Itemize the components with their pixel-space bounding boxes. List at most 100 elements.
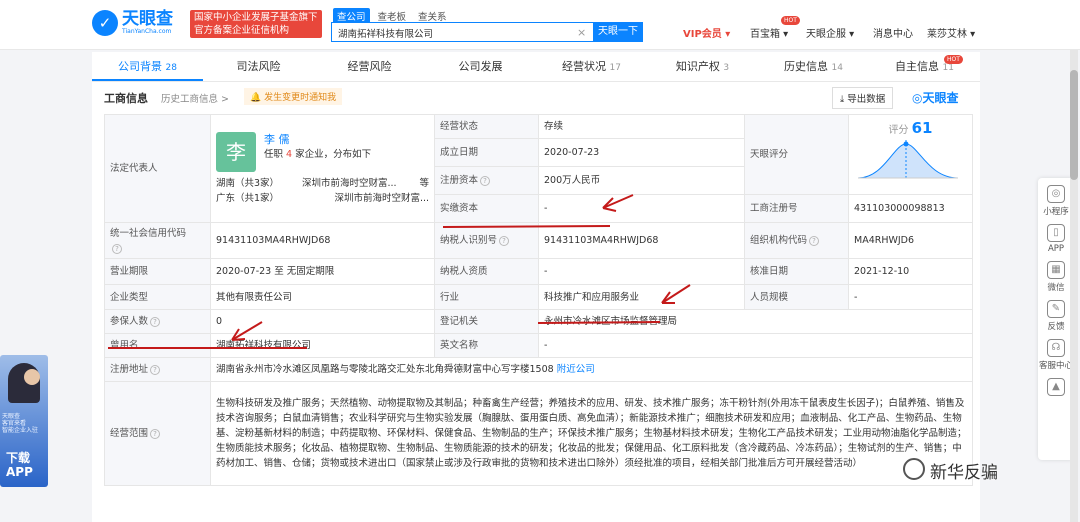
score-label: 天眼评分 [744, 114, 849, 195]
nav-messages[interactable]: 消息中心 [873, 25, 913, 40]
legal-dist-row-2: 广东（共1家） 深圳市前海时空财富... [216, 192, 429, 204]
taxpayer-qual-value: - [538, 258, 745, 285]
right-sidebar: ◎ 小程序 ▯ APP ▦ 微信 ✎ 反馈 ☊ 客服中心 ▲ [1038, 178, 1074, 460]
legal-rep-name[interactable]: 李 儒 [264, 132, 371, 147]
clear-icon[interactable]: × [577, 26, 586, 39]
taxpayer-id-value: 91431103MA4RHWJD68 [538, 222, 745, 259]
hot-badge-self-info: HOT [944, 55, 963, 64]
score-value: 61 [911, 118, 933, 137]
history-link[interactable]: 历史工商信息 > [161, 91, 229, 105]
nav-vip[interactable]: VIP会员 ▾ [683, 25, 730, 40]
score-distribution-chart [857, 139, 959, 178]
nearby-companies-link[interactable]: 附近公司 [557, 364, 595, 375]
hot-badge: HOT [781, 16, 800, 25]
former-name-label: 曾用名 [104, 333, 211, 358]
founded-label: 成立日期 [434, 138, 539, 167]
staff-label: 人员规模 [744, 284, 849, 310]
status-label: 经营状态 [434, 114, 539, 139]
staff-value: - [848, 284, 973, 310]
search-input[interactable]: 湖南拓祥科技有限公司 [331, 22, 596, 42]
org-code-value: MA4RHWJD6 [848, 222, 973, 259]
sidebar-wechat[interactable]: ▦ 微信 [1038, 261, 1074, 293]
legal-rep-cell: 李 李 儒 任职 4 家企业，分布如下 湖南（共3家） 深圳市前海时空财富... 等… [210, 114, 435, 223]
paid-capital-value: - [538, 194, 745, 223]
credit-code-label: 统一社会信用代码? [104, 222, 211, 259]
spokesperson-image [8, 363, 40, 403]
mini-program-icon: ◎ [1047, 185, 1065, 203]
industry-label: 行业 [434, 284, 539, 310]
authority-label: 登记机关 [434, 309, 539, 334]
insured-label: 参保人数? [104, 309, 211, 334]
approved-label: 核准日期 [744, 258, 849, 285]
download-app-banner[interactable]: 天眼查 客官来看 智能企业入驻 下载 APP [0, 355, 48, 487]
sidebar-customer-service[interactable]: ☊ 客服中心 [1038, 339, 1074, 371]
tab-operating-risk[interactable]: 经营风险 [314, 52, 425, 81]
section-title: 工商信息 [104, 92, 148, 105]
taxpayer-id-label: 纳税人识别号? [434, 222, 539, 259]
tab-self-info[interactable]: 自主信息 11 [869, 52, 980, 81]
feedback-icon: ✎ [1047, 300, 1065, 318]
score-cell[interactable]: 评分 61 [848, 114, 973, 195]
legal-rep-posts: 任职 4 家企业，分布如下 [264, 148, 372, 160]
tab-intellectual-property[interactable]: 知识产权 3 [647, 52, 758, 81]
address-value: 湖南省永州市冷水滩区凤凰路与零陵北路交汇处东北角舜德财富中心写字楼1508 附近… [210, 357, 973, 382]
slogan-banner: 国家中小企业发展子基金旗下 官方备案企业征信机构 [190, 10, 322, 38]
nav-baobao[interactable]: 百宝箱 ▾ [750, 25, 788, 40]
status-value: 存续 [538, 114, 745, 139]
headset-icon: ☊ [1047, 339, 1065, 357]
address-label: 注册地址? [104, 357, 211, 382]
insured-value: 0 [210, 309, 435, 334]
tianyancha-logo[interactable]: ✓ 天眼查 TianYanCha.com [92, 10, 173, 36]
taxpayer-qual-label: 纳税人资质 [434, 258, 539, 285]
sidebar-app[interactable]: ▯ APP [1038, 224, 1074, 254]
logo-text: 天眼查 [122, 9, 173, 29]
xinhua-watermark-icon [903, 458, 925, 480]
industry-value: 科技推广和应用服务业 [538, 284, 745, 310]
notify-on-change-button[interactable]: 🔔 发生变更时通知我 [244, 88, 343, 105]
logo-icon: ✓ [92, 10, 118, 36]
rocket-icon: ▲ [1047, 378, 1065, 396]
tab-judicial-risk[interactable]: 司法风险 [203, 52, 314, 81]
export-button[interactable]: ⤓ 导出数据 [832, 87, 894, 109]
avatar: 李 [216, 131, 256, 172]
logo-subtext: TianYanCha.com [122, 28, 172, 35]
nav-user-menu[interactable]: 莱莎艾林 ▾ [927, 25, 975, 40]
reg-capital-label: 注册资本? [434, 166, 539, 195]
former-name-value: 湖南拓祥科技有限公司 [210, 333, 435, 358]
scope-value: 生物科技研发及推广服务；天然植物、动物提取物及其制品；种畜禽生产经营；养殖技术的… [210, 381, 973, 486]
paid-capital-label: 实缴资本 [434, 194, 539, 223]
company-tabs: 公司背景 28 司法风险 经营风险 公司发展 经营状况 17 知识产权 3 历史… [92, 52, 980, 82]
term-label: 营业期限 [104, 258, 211, 285]
english-name-value: - [538, 333, 973, 358]
reg-no-label: 工商注册号 [744, 194, 849, 223]
sidebar-back-to-top[interactable]: ▲ [1038, 378, 1074, 396]
tab-history[interactable]: 历史信息 14 [758, 52, 869, 81]
business-info-table: 法定代表人 李 李 儒 任职 4 家企业，分布如下 湖南（共3家） 深圳市前海时空… [104, 114, 973, 486]
phone-icon: ▯ [1047, 224, 1065, 242]
type-label: 企业类型 [104, 284, 211, 310]
top-bar: ✓ 天眼查 TianYanCha.com 国家中小企业发展子基金旗下 官方备案企… [0, 0, 1080, 50]
qr-code-icon: ▦ [1047, 261, 1065, 279]
scope-label: 经营范围? [104, 381, 211, 486]
founded-value: 2020-07-23 [538, 138, 745, 167]
watermark-logo: ◎天眼查 [912, 91, 959, 105]
nav-enterprise-service[interactable]: 天眼企服 ▾ [806, 25, 854, 40]
tab-operating-status[interactable]: 经营状况 17 [536, 52, 647, 81]
xinhua-watermark: 新华反骗 [930, 463, 998, 483]
english-name-label: 英文名称 [434, 333, 539, 358]
legal-rep-label: 法定代表人 [104, 114, 211, 223]
tab-company-background[interactable]: 公司背景 28 [92, 52, 203, 81]
term-value: 2020-07-23 至 无固定期限 [210, 258, 435, 285]
sidebar-mini-program[interactable]: ◎ 小程序 [1038, 185, 1074, 217]
reg-capital-value: 200万人民币 [538, 166, 745, 195]
authority-value: 永州市冷水滩区市场监督管理局 [538, 309, 973, 334]
search-button[interactable]: 天眼一下 [593, 22, 643, 42]
tab-company-development[interactable]: 公司发展 [425, 52, 536, 81]
sidebar-feedback[interactable]: ✎ 反馈 [1038, 300, 1074, 332]
scrollbar[interactable] [1070, 50, 1078, 522]
approved-value: 2021-12-10 [848, 258, 973, 285]
type-value: 其他有限责任公司 [210, 284, 435, 310]
reg-no-value: 431103000098813 [848, 194, 973, 223]
legal-dist-row-1: 湖南（共3家） 深圳市前海时空财富... 等 [216, 177, 429, 189]
credit-code-value: 91431103MA4RHWJD68 [210, 222, 435, 259]
